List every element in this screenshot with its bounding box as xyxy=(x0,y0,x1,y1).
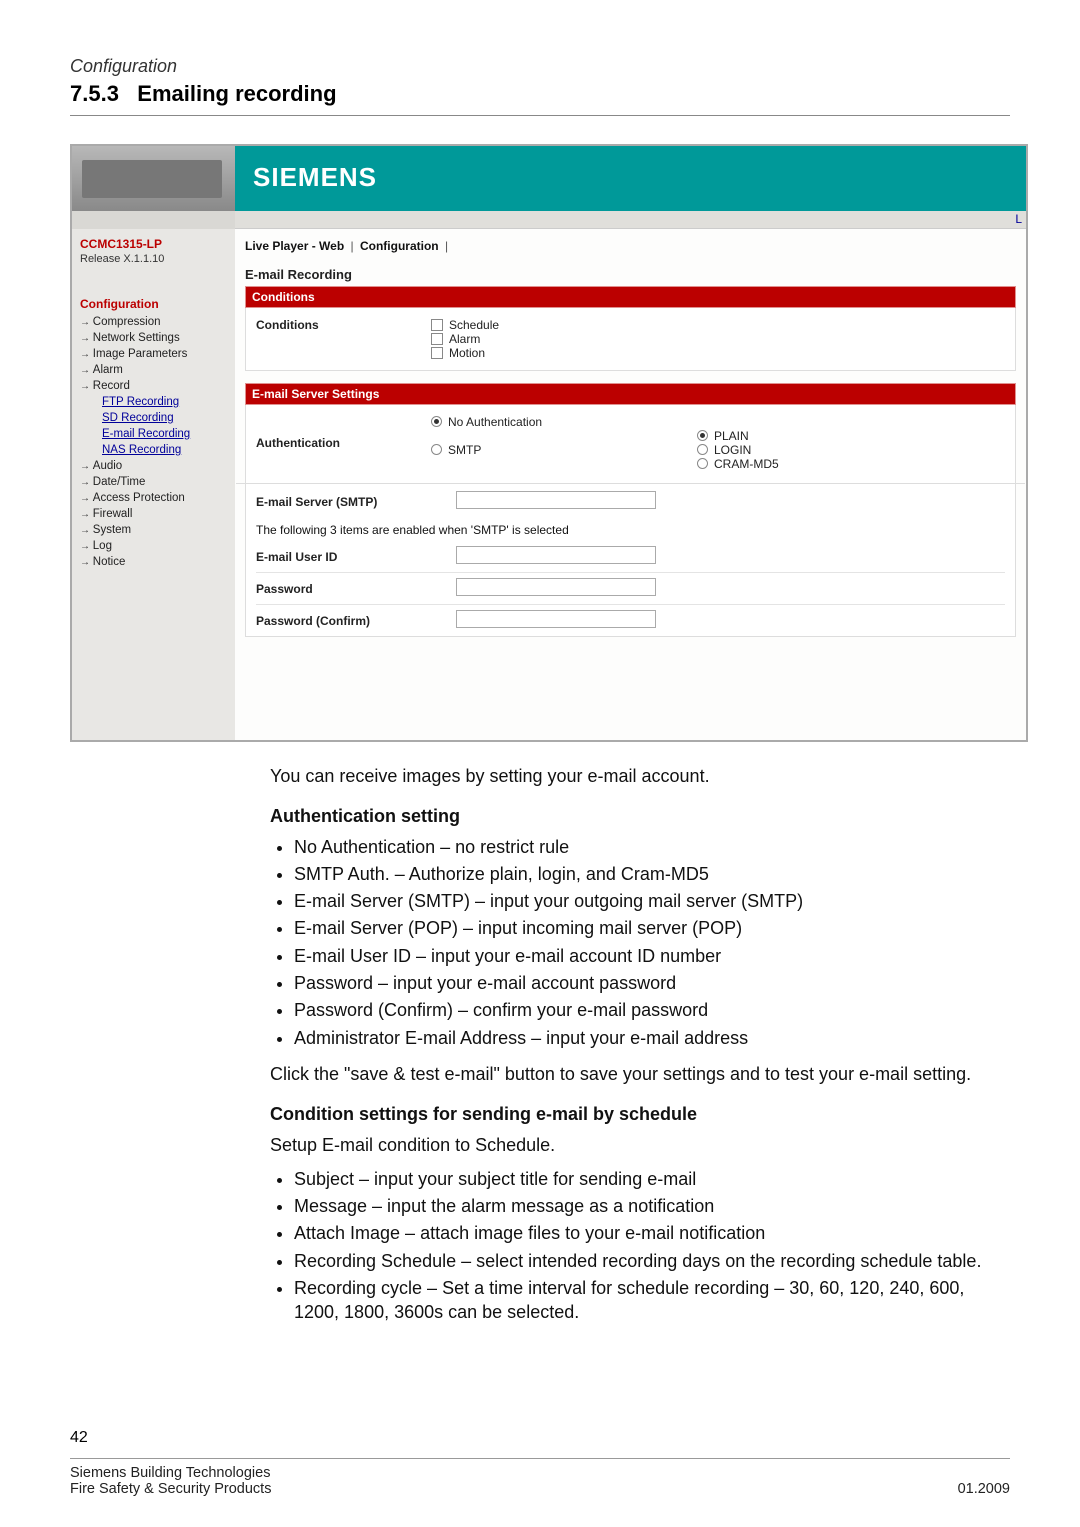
radio-noauth[interactable] xyxy=(431,416,442,427)
list-item: Password – input your e-mail account pas… xyxy=(294,971,1010,995)
sidebar-section-head: Configuration xyxy=(80,297,229,311)
section-number: 7.5.3 xyxy=(70,81,119,106)
sidebar-item-firewall[interactable]: Firewall xyxy=(80,506,229,522)
footer-date: 01.2009 xyxy=(958,1481,1010,1497)
auth-label: Authentication xyxy=(256,436,431,450)
cond-heading: Condition settings for sending e-mail by… xyxy=(270,1102,1010,1126)
footer-line2: Fire Safety & Security Products xyxy=(70,1481,1010,1497)
sidebar-item-image-params[interactable]: Image Parameters xyxy=(80,346,229,362)
auth-heading: Authentication setting xyxy=(270,804,1010,828)
crumb-config[interactable]: Configuration xyxy=(360,239,439,253)
list-item: SMTP Auth. – Authorize plain, login, and… xyxy=(294,862,1010,886)
checkbox-schedule[interactable] xyxy=(431,319,443,331)
list-item: E-mail Server (SMTP) – input your outgoi… xyxy=(294,889,1010,913)
email-user-label: E-mail User ID xyxy=(256,550,456,564)
opt-cram: CRAM-MD5 xyxy=(714,457,779,471)
embedded-screenshot: SIEMENS L CCMC1315-LP Release X.1.1.10 C… xyxy=(70,144,1028,742)
server-panel-head: E-mail Server Settings xyxy=(245,383,1016,405)
sidebar-item-log[interactable]: Log xyxy=(80,538,229,554)
password-confirm-label: Password (Confirm) xyxy=(256,614,456,628)
opt-noauth: No Authentication xyxy=(448,415,542,429)
opt-smtp: SMTP xyxy=(448,443,481,457)
list-item: No Authentication – no restrict rule xyxy=(294,835,1010,859)
click-note: Click the "save & test e-mail" button to… xyxy=(270,1062,1010,1086)
footer: Siemens Building Technologies Fire Safet… xyxy=(70,1465,1010,1497)
smtp-server-input[interactable] xyxy=(456,491,656,509)
section-name: Emailing recording xyxy=(137,81,336,106)
list-item: Attach Image – attach image files to you… xyxy=(294,1221,1010,1245)
list-item: Recording cycle – Set a time interval fo… xyxy=(294,1276,1010,1325)
sidebar-item-access[interactable]: Access Protection xyxy=(80,490,229,506)
list-item: Subject – input your subject title for s… xyxy=(294,1167,1010,1191)
list-item: Recording Schedule – select intended rec… xyxy=(294,1249,1010,1273)
sidebar: CCMC1315-LP Release X.1.1.10 Configurati… xyxy=(72,229,235,740)
checkbox-alarm[interactable] xyxy=(431,333,443,345)
conditions-panel-head: Conditions xyxy=(245,286,1016,308)
opt-schedule: Schedule xyxy=(449,318,499,332)
body-text: You can receive images by setting your e… xyxy=(270,764,1010,1325)
sidebar-item-datetime[interactable]: Date/Time xyxy=(80,474,229,490)
radio-login[interactable] xyxy=(697,444,708,455)
list-item: E-mail User ID – input your e-mail accou… xyxy=(294,944,1010,968)
opt-login: LOGIN xyxy=(714,443,751,457)
password-input[interactable] xyxy=(456,578,656,596)
footer-divider xyxy=(70,1458,1010,1459)
content-area: Live Player - Web | Configuration | E-ma… xyxy=(235,229,1026,740)
smtp-server-label: E-mail Server (SMTP) xyxy=(256,495,456,509)
sidebar-item-network[interactable]: Network Settings xyxy=(80,330,229,346)
radio-cram[interactable] xyxy=(697,458,708,469)
sidebar-item-email-rec[interactable]: E-mail Recording xyxy=(80,426,229,442)
device-model: CCMC1315-LP xyxy=(80,237,229,251)
conditions-label: Conditions xyxy=(256,318,431,332)
opt-motion: Motion xyxy=(449,346,485,360)
cond-intro: Setup E-mail condition to Schedule. xyxy=(270,1133,1010,1157)
radio-smtp[interactable] xyxy=(431,444,442,455)
sidebar-item-alarm[interactable]: Alarm xyxy=(80,362,229,378)
opt-plain: PLAIN xyxy=(714,429,749,443)
email-user-input[interactable] xyxy=(456,546,656,564)
page-number: 42 xyxy=(70,1429,88,1447)
password-label: Password xyxy=(256,582,456,596)
sidebar-item-system[interactable]: System xyxy=(80,522,229,538)
smtp-note: The following 3 items are enabled when '… xyxy=(246,517,1015,541)
list-item: E-mail Server (POP) – input incoming mai… xyxy=(294,916,1010,940)
sidebar-item-record[interactable]: Record xyxy=(80,378,229,394)
sidebar-item-notice[interactable]: Notice xyxy=(80,554,229,570)
auth-list: No Authentication – no restrict rule SMT… xyxy=(270,835,1010,1050)
page-title: E-mail Recording xyxy=(245,267,1016,282)
doc-section-label: Configuration xyxy=(70,56,1010,77)
sidebar-item-nas[interactable]: NAS Recording xyxy=(80,442,229,458)
intro-text: You can receive images by setting your e… xyxy=(270,764,1010,788)
password-confirm-input[interactable] xyxy=(456,610,656,628)
opt-alarm: Alarm xyxy=(449,332,480,346)
top-right-letter: L xyxy=(1015,212,1022,226)
list-item: Password (Confirm) – confirm your e-mail… xyxy=(294,998,1010,1022)
doc-section-title: 7.5.3 Emailing recording xyxy=(70,81,1010,107)
list-item: Administrator E-mail Address – input you… xyxy=(294,1026,1010,1050)
sidebar-item-compression[interactable]: Compression xyxy=(80,314,229,330)
divider xyxy=(70,115,1010,116)
sidebar-item-ftp[interactable]: FTP Recording xyxy=(80,394,229,410)
crumb-liveplayer[interactable]: Live Player - Web xyxy=(245,239,344,253)
sidebar-item-audio[interactable]: Audio xyxy=(80,458,229,474)
checkbox-motion[interactable] xyxy=(431,347,443,359)
cond-list: Subject – input your subject title for s… xyxy=(270,1167,1010,1325)
breadcrumb: Live Player - Web | Configuration | xyxy=(245,237,1016,267)
footer-line1: Siemens Building Technologies xyxy=(70,1465,1010,1481)
brand-banner: SIEMENS xyxy=(235,146,1026,211)
sidebar-item-sd[interactable]: SD Recording xyxy=(80,410,229,426)
list-item: Message – input the alarm message as a n… xyxy=(294,1194,1010,1218)
radio-plain[interactable] xyxy=(697,430,708,441)
release-label: Release X.1.1.10 xyxy=(80,253,229,265)
camera-thumbnail xyxy=(72,146,235,211)
